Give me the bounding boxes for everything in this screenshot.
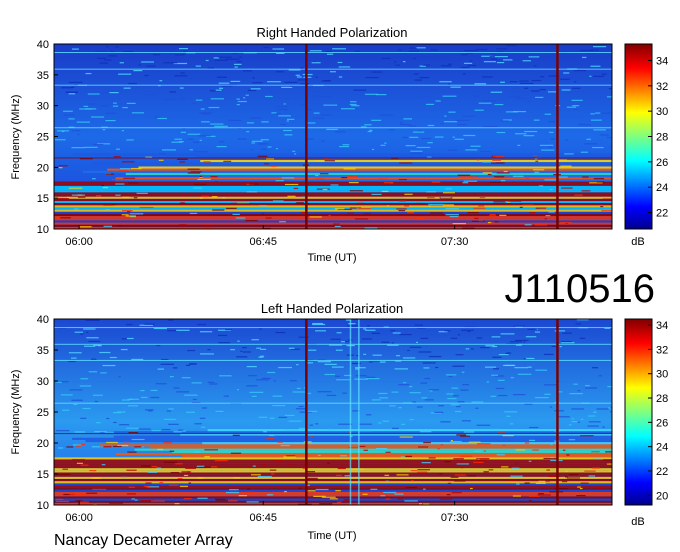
y-tick-label: 40 [37,314,49,326]
y-tick-label: 30 [37,376,49,388]
y-tick-label: 35 [37,345,49,357]
y-tick-label: 40 [37,39,49,51]
colorbar-tick-label: 30 [656,106,668,118]
colorbar-tick-label: 22 [656,466,668,478]
spectrogram [54,44,612,229]
station-id: J110516 [504,267,655,311]
y-tick-label: 15 [37,469,49,481]
x-tick-label: 06:00 [65,512,93,524]
y-tick-label: 25 [37,132,49,144]
colorbar-tick-label: 24 [656,182,668,194]
colorbar: 20 22 24 26 28 30 32 34 dB [624,318,668,528]
y-tick-label: 10 [37,224,49,236]
panel-left-polarization: Left Handed Polarization 10152025303540 … [10,301,668,542]
colorbar-tick-label: 28 [656,132,668,144]
instrument-label: Nancay Decameter Array [54,532,233,549]
y-tick-label: 30 [37,101,49,113]
x-tick-label: 07:30 [441,512,469,524]
spectrogram [54,319,612,505]
x-tick-label: 07:30 [441,236,469,248]
y-tick-label: 35 [37,70,49,82]
colorbar: 22 24 26 28 30 32 34 dB [624,43,668,248]
colorbar-tick-label: 28 [656,393,668,405]
colorbar-tick-label: 24 [656,442,668,454]
y-axis-label: Frequency (MHz) [10,370,22,455]
x-tick-label: 06:00 [65,236,93,248]
y-tick-label: 10 [37,500,49,512]
colorbar-label: dB [631,516,644,528]
colorbar-tick-label: 22 [656,208,668,220]
y-tick-label: 20 [37,438,49,450]
y-tick-label: 25 [37,407,49,419]
y-tick-label: 15 [37,193,49,205]
figure: Right Handed Polarization 10 15 20 25 30 35 40… [10,25,668,549]
x-tick-label: 06:45 [249,236,277,248]
x-axis-label: Time (UT) [307,252,356,264]
x-tick-label: 06:45 [249,512,277,524]
colorbar-tick-label: 34 [656,55,668,67]
colorbar-tick-label: 26 [656,157,668,169]
x-axis-label: Time (UT) [307,530,356,542]
chart-title: Right Handed Polarization [256,25,407,40]
chart-title: Left Handed Polarization [261,301,403,316]
colorbar-tick-label: 26 [656,417,668,429]
colorbar-tick-label: 32 [656,344,668,356]
colorbar-tick-label: 34 [656,320,668,332]
colorbar-label: dB [631,236,644,248]
colorbar-tick-label: 30 [656,369,668,381]
panel-right-polarization: Right Handed Polarization 10 15 20 25 30 35 40… [10,25,668,264]
y-tick-label: 20 [37,162,49,174]
colorbar-tick-label: 20 [656,490,668,502]
colorbar-tick-label: 32 [656,81,668,93]
y-axis-label: Frequency (MHz) [10,95,22,180]
